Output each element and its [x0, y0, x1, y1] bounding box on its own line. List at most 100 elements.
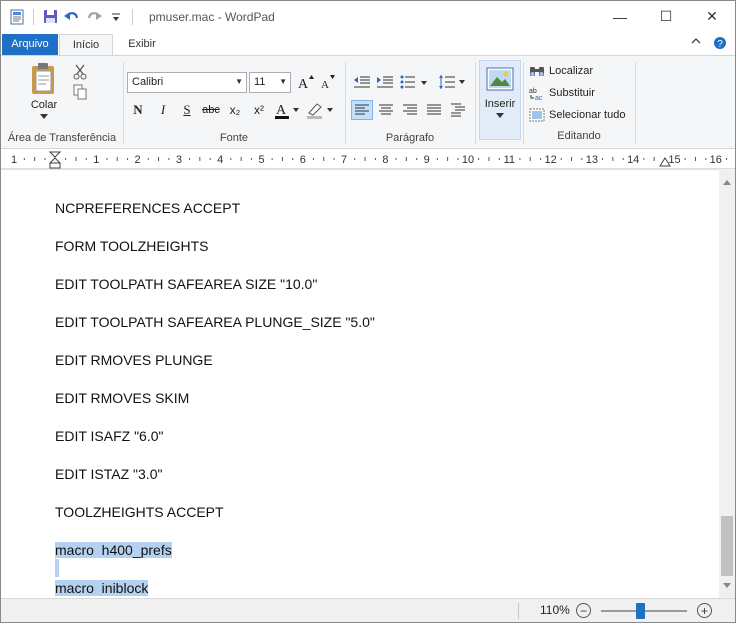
- ruler-label: 3: [176, 154, 182, 166]
- plus-icon: +: [700, 603, 708, 618]
- status-bar: 110% − +: [1, 598, 735, 622]
- bullet-list-button[interactable]: [399, 72, 429, 92]
- align-left-button[interactable]: [351, 100, 373, 120]
- insert-picture-icon: [480, 67, 520, 94]
- document-area[interactable]: NCPREFERENCES ACCEPT FORM TOOLZHEIGHTS EDI…: [1, 169, 735, 598]
- font-size-select[interactable]: 11 ▼: [249, 72, 291, 93]
- ribbon-tabs: Arquivo Início Exibir ?: [1, 32, 735, 56]
- superscript-button[interactable]: x²: [249, 100, 269, 120]
- paragraph-icon: [451, 103, 465, 117]
- group-divider: [475, 62, 476, 144]
- wordpad-window: pmuser.mac - WordPad — ☐ ✕ Arquivo Iníci…: [0, 0, 736, 623]
- underline-button[interactable]: S: [178, 100, 196, 120]
- zoom-in-button[interactable]: +: [697, 603, 712, 618]
- minimize-icon: —: [613, 8, 627, 25]
- increase-indent-icon: [377, 76, 393, 88]
- svg-text:A: A: [276, 103, 287, 118]
- bullet-list-icon: [400, 75, 427, 89]
- replace-button[interactable]: ab ac Substituir: [529, 86, 595, 100]
- selected-document-line: macro h400_prefs: [55, 542, 172, 558]
- subscript-button[interactable]: x₂: [225, 100, 245, 120]
- zoom-slider-thumb[interactable]: [635, 603, 645, 619]
- vertical-scrollbar[interactable]: [719, 169, 735, 598]
- first-line-indent-marker[interactable]: [49, 151, 61, 169]
- right-indent-marker[interactable]: [659, 155, 671, 167]
- paragraph-group-label: Parágrafo: [385, 132, 435, 144]
- minimize-button[interactable]: —: [597, 1, 643, 32]
- selected-document-line: macro iniblock: [55, 580, 149, 596]
- font-group-label: Fonte: [219, 132, 249, 144]
- collapse-ribbon-icon[interactable]: [691, 36, 701, 53]
- strikethrough-button[interactable]: abc: [200, 100, 222, 120]
- find-button[interactable]: Localizar: [529, 64, 593, 78]
- customize-qa-icon[interactable]: [108, 9, 124, 25]
- ribbon-home: Colar Área de Transferência Calibri ▼ 11: [1, 55, 735, 149]
- group-divider: [635, 62, 636, 144]
- replace-label: Substituir: [549, 87, 595, 99]
- insert-button[interactable]: Inserir: [479, 60, 521, 140]
- document-line: TOOLZHEIGHTS ACCEPT: [55, 504, 224, 520]
- scroll-up-icon[interactable]: [723, 175, 731, 189]
- justify-button[interactable]: [423, 100, 445, 120]
- binoculars-icon: [530, 67, 544, 76]
- chevron-down-icon: ▼: [235, 77, 243, 86]
- find-label: Localizar: [549, 65, 594, 77]
- align-center-button[interactable]: [375, 100, 397, 120]
- document-line: EDIT TOOLPATH SAFEAREA PLUNGE_SIZE "5.0": [55, 314, 375, 330]
- grow-font-icon: A: [298, 75, 314, 90]
- ruler[interactable]: 1 1 2 3 4 5 6 7 8 9 10 11 12 13 14 15 16: [1, 149, 735, 169]
- chevron-down-icon: [480, 110, 520, 122]
- save-icon[interactable]: [42, 9, 58, 25]
- ruler-label: 8: [382, 154, 388, 166]
- redo-icon[interactable]: [86, 9, 102, 25]
- paragraph-group: Parágrafo: [345, 60, 475, 146]
- document-line: EDIT ISTAZ "3.0": [55, 466, 163, 482]
- bold-button[interactable]: N: [129, 100, 147, 120]
- select-all-button[interactable]: Selecionar tudo: [529, 108, 625, 122]
- increase-indent-button[interactable]: [374, 72, 396, 92]
- help-icon[interactable]: ?: [713, 36, 727, 53]
- ruler-label: 1: [11, 154, 17, 166]
- ruler-background: [1, 152, 735, 166]
- selection-gap: [55, 559, 59, 577]
- minus-icon: −: [579, 603, 587, 618]
- highlight-button[interactable]: [305, 100, 335, 120]
- tab-view[interactable]: Exibir: [115, 34, 169, 56]
- line-spacing-icon: [439, 75, 465, 89]
- font-color-button[interactable]: A: [273, 100, 301, 120]
- paragraph-settings-button[interactable]: [447, 100, 469, 120]
- scroll-down-icon[interactable]: [723, 578, 731, 592]
- tab-file[interactable]: Arquivo: [2, 34, 58, 56]
- document-line: EDIT RMOVES PLUNGE: [55, 352, 213, 368]
- align-right-icon: [403, 104, 417, 115]
- zoom-out-button[interactable]: −: [576, 603, 591, 618]
- ruler-label: 14: [627, 154, 639, 166]
- svg-text:?: ?: [717, 39, 723, 50]
- line-spacing-button[interactable]: [437, 72, 467, 92]
- scrollbar-thumb[interactable]: [721, 516, 733, 576]
- decrease-indent-button[interactable]: [351, 72, 373, 92]
- select-all-label: Selecionar tudo: [549, 109, 626, 121]
- ruler-label: 13: [586, 154, 598, 166]
- editing-group-label: Editando: [557, 130, 601, 142]
- close-button[interactable]: ✕: [689, 1, 735, 32]
- ruler-label: 1: [93, 154, 99, 166]
- undo-icon[interactable]: [64, 9, 80, 25]
- chevron-down-icon: ▼: [279, 77, 287, 86]
- shrink-font-button[interactable]: A: [319, 72, 337, 92]
- ruler-label: 7: [341, 154, 347, 166]
- grow-font-button[interactable]: A: [297, 72, 315, 92]
- align-right-button[interactable]: [399, 100, 421, 120]
- wordpad-app-icon[interactable]: [9, 9, 25, 25]
- ruler-label: 9: [424, 154, 430, 166]
- font-group: Calibri ▼ 11 ▼ A A N I S abc x₂ x² A Fon…: [1, 60, 345, 146]
- font-family-select[interactable]: Calibri ▼: [127, 72, 247, 93]
- ruler-label: 2: [135, 154, 141, 166]
- maximize-button[interactable]: ☐: [643, 1, 689, 32]
- title-bar: pmuser.mac - WordPad — ☐ ✕: [1, 1, 735, 32]
- ruler-label: 10: [462, 154, 474, 166]
- ruler-label: 5: [258, 154, 264, 166]
- font-color-icon: A: [275, 103, 299, 119]
- italic-button[interactable]: I: [154, 100, 172, 120]
- tab-home[interactable]: Início: [59, 34, 113, 56]
